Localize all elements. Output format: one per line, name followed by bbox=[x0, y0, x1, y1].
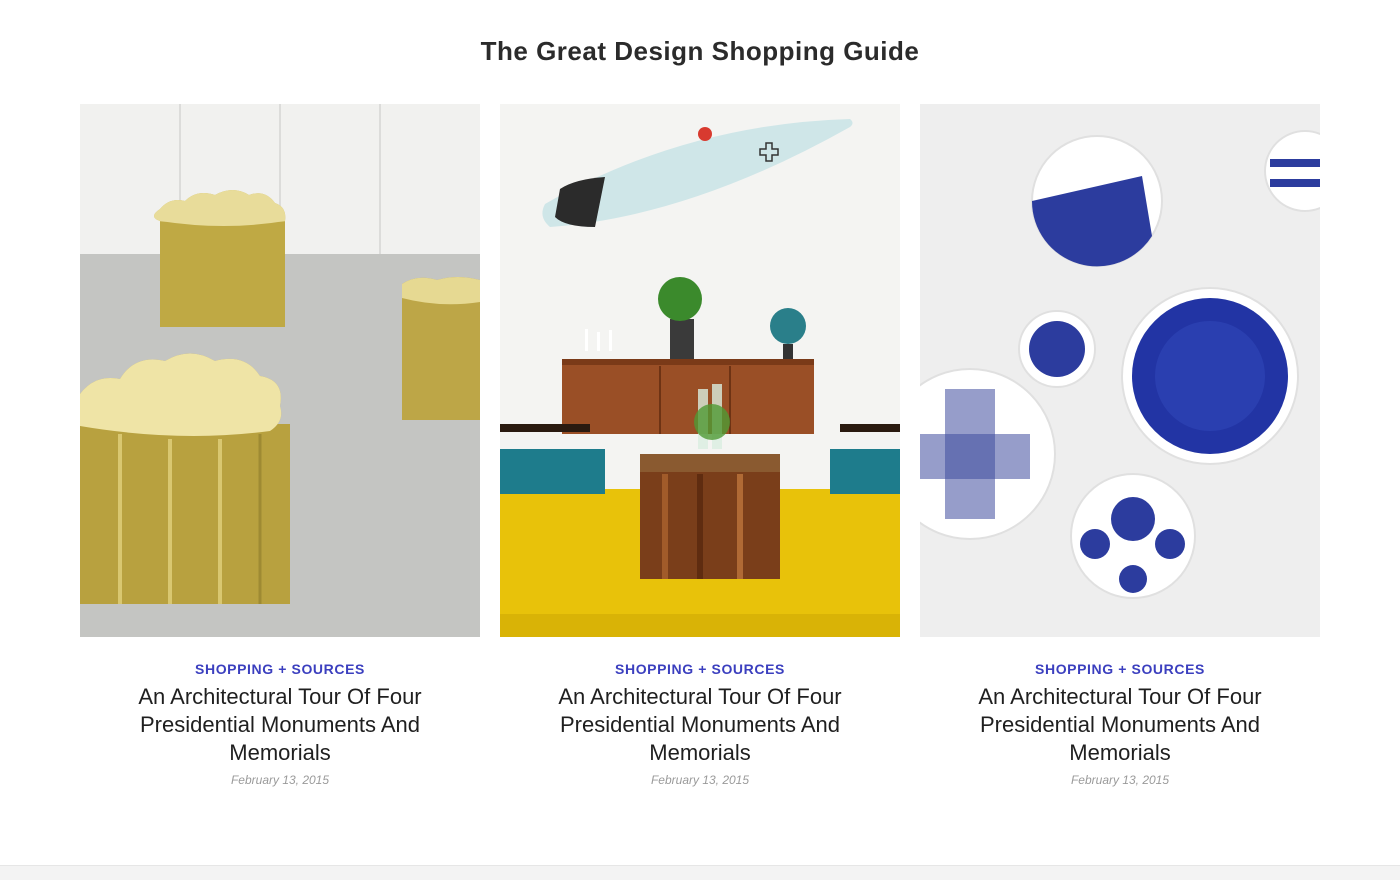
article-card[interactable]: SHOPPING + SOURCES An Architectural Tour… bbox=[500, 104, 900, 787]
card-grid: SHOPPING + SOURCES An Architectural Tour… bbox=[80, 104, 1320, 804]
page-title: The Great Design Shopping Guide bbox=[480, 36, 920, 66]
article-title[interactable]: An Architectural Tour Of Four Presidenti… bbox=[540, 683, 860, 767]
article-card[interactable]: SHOPPING + SOURCES An Architectural Tour… bbox=[80, 104, 480, 787]
article-date: February 13, 2015 bbox=[650, 773, 750, 787]
article-image-brass-tables[interactable] bbox=[80, 104, 480, 637]
article-category[interactable]: SHOPPING + SOURCES bbox=[80, 661, 480, 677]
article-date: February 13, 2015 bbox=[230, 773, 330, 787]
article-title[interactable]: An Architectural Tour Of Four Presidenti… bbox=[960, 683, 1280, 767]
article-image-blue-plates[interactable] bbox=[920, 104, 1320, 637]
article-title[interactable]: An Architectural Tour Of Four Presidenti… bbox=[120, 683, 440, 767]
article-category[interactable]: SHOPPING + SOURCES bbox=[500, 661, 900, 677]
article-image-surfboard-room[interactable] bbox=[500, 104, 900, 637]
article-card[interactable]: SHOPPING + SOURCES An Architectural Tour… bbox=[920, 104, 1320, 787]
article-category[interactable]: SHOPPING + SOURCES bbox=[920, 661, 1320, 677]
footer-divider bbox=[0, 865, 1400, 880]
article-date: February 13, 2015 bbox=[1070, 773, 1170, 787]
